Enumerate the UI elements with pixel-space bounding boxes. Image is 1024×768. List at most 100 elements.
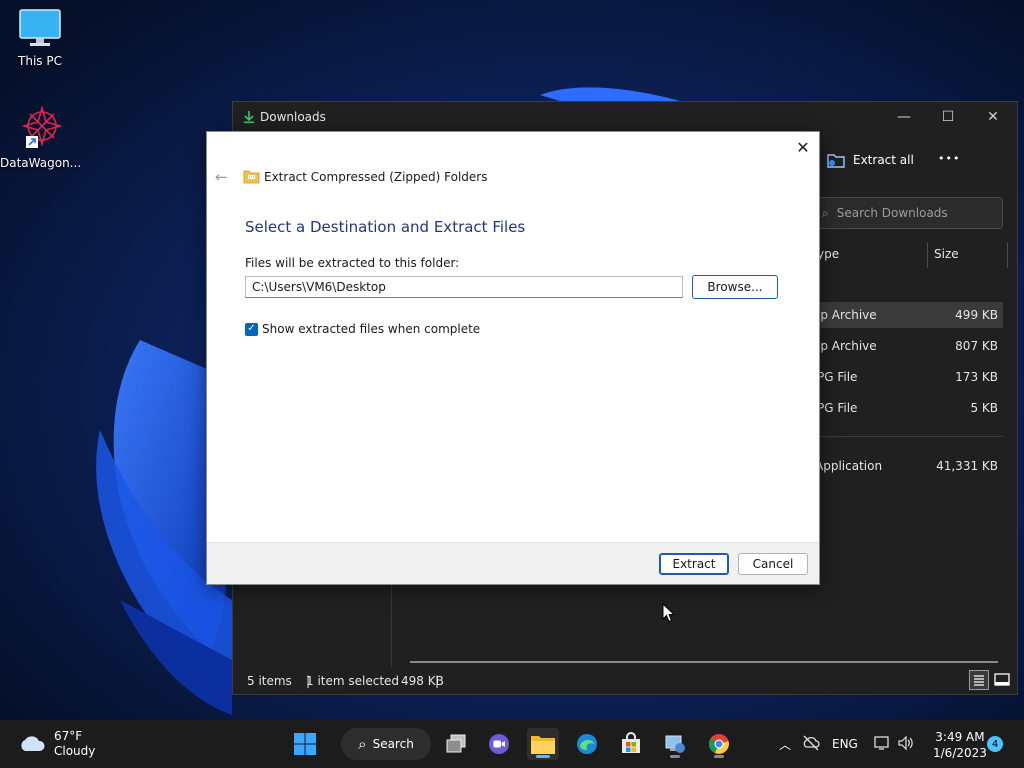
desktop-icon-label: This PC bbox=[18, 54, 62, 68]
file-type: Application bbox=[815, 459, 883, 473]
show-files-checkbox[interactable]: ✓ bbox=[245, 322, 258, 336]
file-explorer-taskbar-button[interactable] bbox=[527, 728, 559, 760]
file-type: PG File bbox=[817, 370, 858, 384]
weather-temperature: 67°F bbox=[54, 729, 83, 743]
clock-time: 3:49 AM bbox=[935, 730, 985, 744]
file-row[interactable]: ip Archive 499 KB bbox=[805, 302, 1003, 328]
onedrive-offline-icon bbox=[803, 735, 820, 751]
extract-all-label: Extract all bbox=[853, 153, 914, 167]
taskbar-search-label: Search bbox=[372, 737, 414, 751]
desktop-icon-datawagon[interactable]: DataWagon... bbox=[0, 104, 81, 170]
back-button[interactable]: ← bbox=[215, 168, 228, 186]
minimize-button[interactable]: — bbox=[881, 102, 927, 132]
taskbar: 67°F Cloudy ⌕ Search ︿ ENG 3:49 AM 1/6/2… bbox=[0, 720, 1024, 768]
dialog-close-button[interactable]: ✕ bbox=[791, 136, 815, 158]
clock-date: 1/6/2023 bbox=[933, 746, 987, 760]
network-button[interactable] bbox=[873, 735, 891, 754]
browse-button[interactable]: Browse... bbox=[692, 275, 778, 299]
chat-icon bbox=[489, 734, 509, 754]
show-files-label[interactable]: Show extracted files when complete bbox=[262, 322, 480, 336]
taskbar-clock[interactable]: 3:49 AM 1/6/2023 bbox=[933, 729, 987, 761]
running-indicator bbox=[714, 755, 724, 758]
column-separator[interactable] bbox=[927, 242, 928, 268]
file-row[interactable]: PG File 173 KB bbox=[805, 364, 1003, 390]
group-divider bbox=[805, 436, 1003, 437]
more-options-button[interactable]: ••• bbox=[938, 152, 960, 165]
minimize-icon: — bbox=[897, 109, 911, 125]
search-placeholder: Search Downloads bbox=[836, 206, 948, 220]
file-row[interactable]: Application 41,331 KB bbox=[805, 453, 1003, 479]
close-button[interactable]: ✕ bbox=[970, 102, 1016, 132]
microsoft-store-button[interactable] bbox=[615, 728, 647, 760]
back-arrow-icon: ← bbox=[215, 168, 228, 186]
explorer-titlebar[interactable]: Downloads — ☐ ✕ bbox=[233, 102, 1017, 132]
taskbar-search[interactable]: ⌕ Search bbox=[341, 728, 431, 760]
cloud-icon bbox=[21, 736, 45, 751]
download-icon bbox=[244, 111, 254, 124]
volume-button[interactable] bbox=[897, 735, 915, 754]
details-view-button[interactable] bbox=[969, 670, 989, 690]
search-icon: ⌕ bbox=[822, 205, 829, 220]
status-item-count: 5 items bbox=[247, 674, 292, 688]
details-view-icon bbox=[974, 675, 984, 686]
horizontal-scrollbar[interactable] bbox=[410, 661, 998, 663]
close-icon: ✕ bbox=[796, 137, 810, 157]
folder-icon bbox=[531, 736, 555, 754]
teams-chat-button[interactable] bbox=[483, 728, 515, 760]
file-row[interactable]: ip Archive 807 KB bbox=[805, 333, 1003, 359]
cancel-button[interactable]: Cancel bbox=[738, 553, 808, 575]
task-view-button[interactable] bbox=[440, 728, 472, 760]
close-icon: ✕ bbox=[987, 109, 999, 125]
extract-dialog[interactable]: ✕ ← Extract Compressed (Zipped) Folders … bbox=[206, 131, 820, 585]
explorer-search-box[interactable]: ⌕ Search Downloads bbox=[811, 197, 1003, 229]
mouse-cursor-icon bbox=[662, 603, 675, 623]
running-indicator bbox=[536, 755, 550, 758]
start-button[interactable] bbox=[289, 728, 321, 760]
extract-button[interactable]: Extract bbox=[659, 553, 729, 575]
column-separator[interactable] bbox=[1007, 242, 1008, 268]
chrome-icon bbox=[709, 734, 729, 754]
explorer-title: Downloads bbox=[260, 110, 326, 124]
file-size: 807 KB bbox=[955, 339, 998, 353]
input-language-indicator[interactable]: ENG bbox=[832, 737, 858, 751]
control-panel-button[interactable] bbox=[659, 728, 691, 760]
extract-folder-icon bbox=[827, 154, 845, 168]
file-row[interactable]: PG File 5 KB bbox=[805, 395, 1003, 421]
file-size: 5 KB bbox=[970, 401, 998, 415]
zip-folder-icon bbox=[243, 170, 260, 184]
datawagon-icon bbox=[21, 105, 63, 148]
windows-logo-icon bbox=[294, 733, 316, 755]
chrome-button[interactable] bbox=[703, 728, 735, 760]
dialog-title: Extract Compressed (Zipped) Folders bbox=[264, 170, 488, 184]
edge-button[interactable] bbox=[571, 728, 603, 760]
monitor-icon bbox=[19, 9, 61, 46]
destination-path-input[interactable] bbox=[245, 276, 683, 298]
column-header-size[interactable]: Size bbox=[934, 247, 959, 261]
weather-widget[interactable]: 67°F Cloudy bbox=[18, 729, 95, 759]
notification-badge[interactable]: 4 bbox=[987, 736, 1003, 752]
maximize-button[interactable]: ☐ bbox=[925, 102, 971, 132]
volume-icon bbox=[898, 735, 913, 751]
column-header-type[interactable]: ype bbox=[817, 247, 839, 261]
file-type: ip Archive bbox=[817, 308, 877, 322]
search-icon: ⌕ bbox=[358, 735, 367, 753]
extract-all-button[interactable]: Extract all bbox=[827, 152, 914, 168]
show-hidden-icons-button[interactable]: ︿ bbox=[779, 736, 791, 753]
network-icon bbox=[874, 736, 889, 750]
destination-label: Files will be extracted to this folder: bbox=[245, 256, 460, 270]
file-size: 41,331 KB bbox=[936, 459, 998, 473]
pane-divider bbox=[391, 582, 392, 667]
onedrive-button[interactable] bbox=[802, 735, 820, 754]
control-panel-icon bbox=[665, 735, 685, 753]
tiles-view-icon bbox=[994, 673, 1010, 686]
explorer-statusbar: 5 items | 1 item selected 498 KB | bbox=[233, 668, 1017, 694]
running-indicator bbox=[670, 755, 680, 758]
chevron-up-icon: ︿ bbox=[779, 738, 792, 752]
dialog-heading: Select a Destination and Extract Files bbox=[245, 218, 526, 236]
maximize-icon: ☐ bbox=[941, 109, 955, 125]
file-type: PG File bbox=[817, 401, 858, 415]
more-options-icon: ••• bbox=[938, 152, 961, 165]
desktop-icon-this-pc[interactable]: This PC bbox=[0, 8, 80, 68]
tiles-view-button[interactable] bbox=[992, 670, 1012, 690]
show-files-option[interactable]: ✓ Show extracted files when complete bbox=[245, 322, 480, 336]
